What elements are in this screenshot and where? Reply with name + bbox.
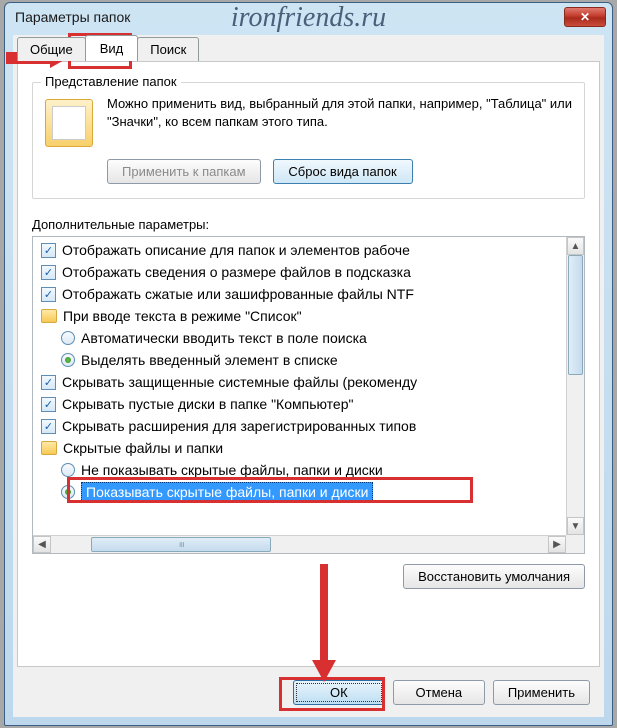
radio-icon[interactable] <box>61 463 75 477</box>
view-tab-panel: Представление папок Можно применить вид,… <box>17 61 600 667</box>
list-item: Скрытые файлы и папки <box>37 437 580 459</box>
item-label: Выделять введенный элемент в списке <box>81 352 338 368</box>
item-label: Скрывать расширения для зарегистрированн… <box>62 418 416 434</box>
folder-options-window: Параметры папок ✕ Общие Вид Поиск Предст… <box>4 2 613 726</box>
radio-icon[interactable] <box>61 485 75 499</box>
dialog-buttons: ОК Отмена Применить <box>293 680 590 705</box>
advanced-settings-tree[interactable]: ✓ Отображать описание для папок и элемент… <box>32 236 585 554</box>
item-label: Отображать описание для папок и элементо… <box>62 242 410 258</box>
tab-general[interactable]: Общие <box>17 37 86 61</box>
list-item[interactable]: Не показывать скрытые файлы, папки и дис… <box>37 459 580 481</box>
horizontal-scrollbar[interactable]: ◀ ▶ <box>33 535 566 553</box>
folder-small-icon <box>41 309 57 323</box>
checkbox-icon[interactable]: ✓ <box>41 419 56 434</box>
restore-defaults-button[interactable]: Восстановить умолчания <box>403 564 585 589</box>
close-icon: ✕ <box>580 10 590 24</box>
tabstrip: Общие Вид Поиск <box>17 37 604 61</box>
tab-search[interactable]: Поиск <box>137 37 199 61</box>
item-label: Не показывать скрытые файлы, папки и дис… <box>81 462 383 478</box>
list-item: При вводе текста в режиме "Список" <box>37 305 580 327</box>
folder-views-group: Представление папок Можно применить вид,… <box>32 82 585 199</box>
radio-icon[interactable] <box>61 353 75 367</box>
scroll-thumb-v[interactable] <box>568 255 583 375</box>
checkbox-icon[interactable]: ✓ <box>41 243 56 258</box>
radio-icon[interactable] <box>61 331 75 345</box>
folder-icon <box>45 99 93 147</box>
scroll-right-icon[interactable]: ▶ <box>548 536 566 553</box>
checkbox-icon[interactable]: ✓ <box>41 397 56 412</box>
checkbox-icon[interactable]: ✓ <box>41 265 56 280</box>
tab-view[interactable]: Вид <box>85 35 139 61</box>
item-label: Скрытые файлы и папки <box>63 440 223 456</box>
scroll-up-icon[interactable]: ▲ <box>567 237 584 255</box>
list-item[interactable]: Автоматически вводить текст в поле поиск… <box>37 327 580 349</box>
list-item[interactable]: Выделять введенный элемент в списке <box>37 349 580 371</box>
scroll-down-icon[interactable]: ▼ <box>567 517 584 535</box>
item-label: Скрывать защищенные системные файлы (рек… <box>62 374 417 390</box>
advanced-settings-label: Дополнительные параметры: <box>32 217 585 232</box>
list-item[interactable]: ✓ Скрывать пустые диски в папке "Компьюте… <box>37 393 580 415</box>
close-button[interactable]: ✕ <box>564 7 606 27</box>
apply-to-folders-button: Применить к папкам <box>107 159 261 184</box>
titlebar: Параметры папок ✕ <box>5 3 612 31</box>
list-item[interactable]: ✓ Отображать описание для папок и элемент… <box>37 239 580 261</box>
list-item[interactable]: ✓ Отображать сведения о размере файлов в … <box>37 261 580 283</box>
scroll-left-icon[interactable]: ◀ <box>33 536 51 553</box>
folder-small-icon <box>41 441 57 455</box>
item-label: Автоматически вводить текст в поле поиск… <box>81 330 367 346</box>
window-title: Параметры папок <box>15 9 564 25</box>
item-label: Скрывать пустые диски в папке "Компьютер… <box>62 396 353 412</box>
folder-views-legend: Представление папок <box>41 74 181 89</box>
cancel-button[interactable]: Отмена <box>393 680 485 705</box>
scroll-corner <box>566 535 584 553</box>
checkbox-icon[interactable]: ✓ <box>41 287 56 302</box>
scroll-thumb-h[interactable] <box>91 537 271 552</box>
client-area: Общие Вид Поиск Представление папок Можн… <box>13 35 604 717</box>
folder-views-desc: Можно применить вид, выбранный для этой … <box>107 95 572 147</box>
apply-button[interactable]: Применить <box>493 680 590 705</box>
item-label: При вводе текста в режиме "Список" <box>63 308 302 324</box>
item-label-selected: Показывать скрытые файлы, папки и диски <box>81 482 373 502</box>
item-label: Отображать сведения о размере файлов в п… <box>62 264 411 280</box>
reset-folders-button[interactable]: Сброс вида папок <box>273 159 413 184</box>
list-item[interactable]: ✓ Отображать сжатые или зашифрованные фай… <box>37 283 580 305</box>
list-item[interactable]: ✓ Скрывать защищенные системные файлы (ре… <box>37 371 580 393</box>
ok-button[interactable]: ОК <box>293 680 385 705</box>
list-item-show-hidden[interactable]: Показывать скрытые файлы, папки и диски <box>37 481 580 503</box>
checkbox-icon[interactable]: ✓ <box>41 375 56 390</box>
list-item[interactable]: ✓ Скрывать расширения для зарегистрирован… <box>37 415 580 437</box>
item-label: Отображать сжатые или зашифрованные файл… <box>62 286 414 302</box>
vertical-scrollbar[interactable]: ▲ ▼ <box>566 237 584 535</box>
